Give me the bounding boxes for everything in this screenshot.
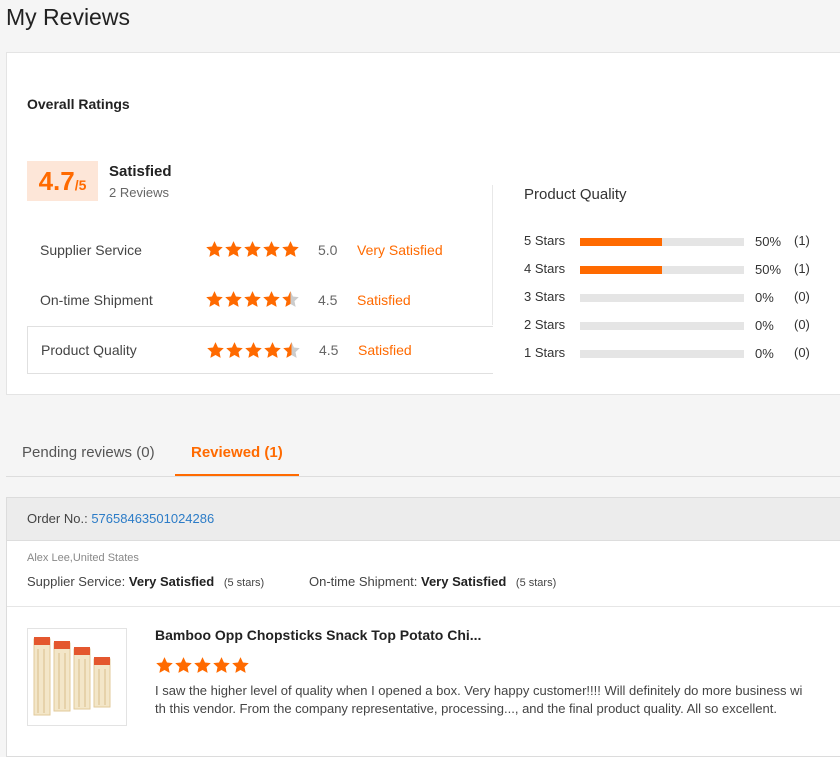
distribution-count: (0): [794, 345, 810, 360]
star-rating: [205, 240, 300, 259]
product-thumbnail[interactable]: [27, 628, 127, 726]
distribution-percent: 50%: [755, 262, 782, 277]
distribution-percent: 0%: [755, 318, 774, 333]
distribution-label: 2 Stars: [524, 317, 566, 332]
star-full-icon: [225, 241, 242, 257]
order-header: Order No.: 57658463501024286: [7, 498, 840, 541]
distribution-percent: 0%: [755, 346, 774, 361]
rating-label: Product Quality: [41, 342, 137, 358]
rating-verdict: Satisfied: [357, 292, 411, 308]
supplier-service-label: Supplier Service:: [27, 574, 126, 589]
product-name-link[interactable]: Bamboo Opp Chopsticks Snack Top Potato C…: [155, 627, 481, 643]
order-number-link[interactable]: 57658463501024286: [91, 511, 214, 526]
star-full-icon: [194, 657, 211, 673]
tab-pending-reviews[interactable]: Pending reviews (0): [22, 444, 155, 461]
star-full-icon: [156, 657, 173, 673]
overall-score: 4.7: [38, 166, 75, 196]
rating-row-product-quality[interactable]: Product Quality 4.5 Satisfied: [27, 326, 493, 374]
shipment-value: Very Satisfied: [421, 574, 507, 589]
divider: [492, 185, 493, 325]
distribution-bar: [580, 322, 744, 330]
supplier-service-stars: (5 stars): [223, 577, 265, 589]
distribution-count: (1): [794, 233, 810, 248]
shipment-stars: (5 stars): [515, 577, 557, 589]
distribution-row-3: 3 Stars 0% (0): [524, 289, 824, 309]
distribution-count: (0): [794, 289, 810, 304]
product-star-rating: [155, 656, 250, 675]
rating-label: Supplier Service: [40, 242, 142, 258]
page-title: My Reviews: [6, 4, 130, 30]
order-review-card: Order No.: 57658463501024286 Alex Lee,Un…: [6, 497, 840, 757]
distribution-percent: 0%: [755, 290, 774, 305]
distribution-label: 5 Stars: [524, 233, 566, 248]
star-full-icon: [263, 241, 280, 257]
overall-review-count: 2 Reviews: [109, 185, 169, 200]
star-full-icon: [263, 291, 280, 307]
review-text: I saw the higher level of quality when I…: [155, 683, 803, 716]
star-full-icon: [226, 342, 243, 358]
product-quality-title: Product Quality: [524, 186, 627, 203]
active-tab-indicator: [175, 474, 299, 476]
star-full-icon: [206, 291, 223, 307]
distribution-bar-fill: [580, 238, 662, 246]
distribution-count: (1): [794, 261, 810, 276]
overall-ratings-title: Overall Ratings: [27, 96, 130, 112]
overall-summary-label: Satisfied: [109, 163, 172, 180]
rating-verdict: Very Satisfied: [357, 242, 443, 258]
star-full-icon: [213, 657, 230, 673]
distribution-label: 3 Stars: [524, 289, 566, 304]
star-full-icon: [244, 291, 261, 307]
rating-label: On-time Shipment: [40, 292, 153, 308]
rating-row-on-time-shipment[interactable]: On-time Shipment 4.5 Satisfied: [27, 276, 493, 324]
overall-score-badge: 4.7 /5: [27, 161, 98, 201]
distribution-bar: [580, 350, 744, 358]
star-full-icon: [225, 291, 242, 307]
star-full-icon: [175, 657, 192, 673]
order-number-label: Order No.:: [27, 511, 88, 526]
star-full-icon: [232, 657, 249, 673]
star-full-icon: [264, 342, 281, 358]
distribution-percent: 50%: [755, 234, 782, 249]
overall-score-suffix: /5: [74, 177, 87, 193]
order-number-row: Order No.: 57658463501024286: [27, 511, 214, 526]
star-rating: [205, 290, 300, 309]
star-half-icon: [283, 342, 300, 358]
tab-reviewed[interactable]: Reviewed (1): [191, 444, 283, 461]
star-full-icon: [207, 342, 224, 358]
distribution-row-2: 2 Stars 0% (0): [524, 317, 824, 337]
chopsticks-package-image: [33, 637, 111, 716]
rating-score: 5.0: [318, 242, 338, 258]
supplier-service-value: Very Satisfied: [128, 574, 215, 589]
distribution-row-4: 4 Stars 50% (1): [524, 261, 824, 281]
star-rating: [206, 341, 301, 360]
star-half-icon: [282, 291, 299, 307]
distribution-row-1: 1 Stars 0% (0): [524, 345, 824, 365]
reviewer-name: Alex Lee,United States: [27, 552, 139, 564]
distribution-row-5: 5 Stars 50% (1): [524, 233, 824, 253]
rating-row-supplier-service[interactable]: Supplier Service 5.0 Very Satisfied: [27, 226, 493, 274]
rating-verdict: Satisfied: [358, 342, 412, 358]
overall-ratings-card: Overall Ratings 4.7 /5 Satisfied 2 Revie…: [6, 52, 840, 395]
supplier-service-summary: Supplier Service: Very Satisfied (5 star…: [27, 574, 264, 589]
rating-score: 4.5: [319, 342, 339, 358]
review-tabs: Pending reviews (0) Reviewed (1): [6, 428, 840, 477]
shipment-label: On-time Shipment:: [309, 574, 418, 589]
distribution-label: 1 Stars: [524, 345, 566, 360]
star-full-icon: [206, 241, 223, 257]
distribution-count: (0): [794, 317, 810, 332]
distribution-bar-fill: [580, 266, 662, 274]
divider: [7, 606, 840, 607]
rating-score: 4.5: [318, 292, 338, 308]
star-full-icon: [282, 241, 299, 257]
distribution-bar: [580, 266, 744, 274]
distribution-label: 4 Stars: [524, 261, 566, 276]
distribution-bar: [580, 294, 744, 302]
star-full-icon: [245, 342, 262, 358]
star-full-icon: [244, 241, 261, 257]
shipment-summary: On-time Shipment: Very Satisfied (5 star…: [309, 574, 556, 589]
distribution-bar: [580, 238, 744, 246]
